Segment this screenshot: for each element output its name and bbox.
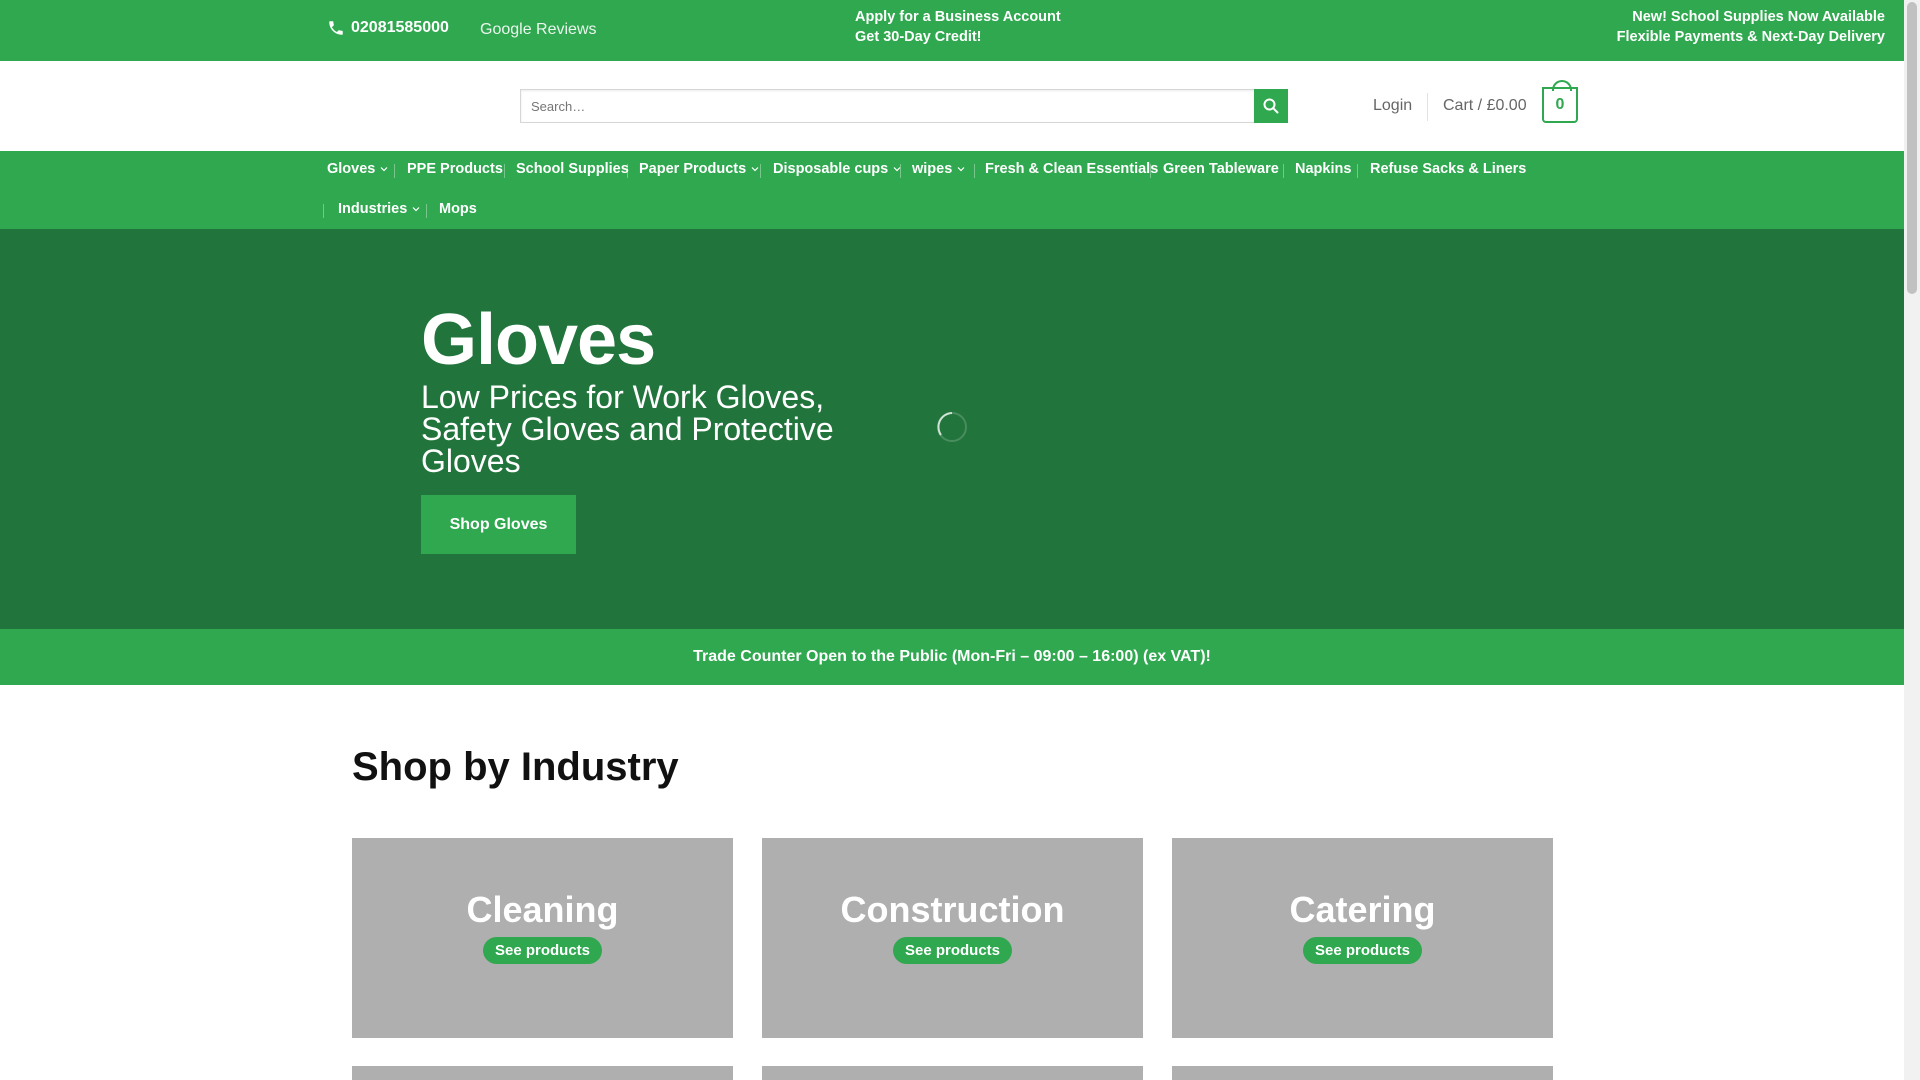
nav-item-label: Mops	[439, 201, 477, 217]
nav-item-label: PPE Products	[407, 161, 503, 177]
industry-card-title: Construction	[840, 888, 1065, 930]
nav-item-label: Refuse Sacks & Liners	[1370, 161, 1527, 177]
promo-line: New! School Supplies Now Available	[1632, 9, 1885, 25]
industry-card-title: Cleaning	[466, 888, 619, 930]
nav-item-label: Green Tableware	[1163, 161, 1279, 177]
promo-line: Flexible Payments & Next-Day Delivery	[1616, 29, 1885, 45]
page-scrollbar[interactable]	[1904, 0, 1920, 1080]
main-nav: Gloves PPE Products School Supplies Pape…	[0, 151, 1904, 229]
nav-item-ppe-products[interactable]: PPE Products	[407, 161, 503, 177]
nav-item-industries[interactable]: Industries	[338, 201, 421, 217]
nav-item-label: wipes	[912, 161, 953, 177]
phone-number: 02081585000	[351, 19, 449, 36]
nav-separator	[1150, 164, 1151, 178]
nav-separator	[426, 204, 427, 218]
cart-link[interactable]: Cart / £0.00	[1443, 97, 1527, 115]
nav-item-napkins[interactable]: Napkins	[1295, 161, 1351, 177]
chevron-down-icon	[380, 167, 388, 172]
industry-card-next-row[interactable]	[1172, 1066, 1553, 1080]
hero-title: Gloves	[421, 300, 656, 380]
scrollbar-thumb[interactable]	[1907, 2, 1917, 294]
chevron-down-icon	[412, 207, 420, 212]
school-supplies-promo[interactable]: New! School Supplies Now Available Flexi…	[1585, 7, 1885, 47]
nav-item-label: Paper Products	[639, 161, 747, 177]
nav-separator	[504, 164, 505, 178]
nav-separator	[974, 164, 975, 178]
see-products-button[interactable]: See products	[482, 936, 603, 964]
nav-item-label: Industries	[338, 201, 408, 217]
nav-item-label: Gloves	[327, 161, 376, 177]
nav-item-label: School Supplies	[516, 161, 629, 177]
see-products-button[interactable]: See products	[892, 936, 1013, 964]
hero-subtitle: Low Prices for Work Gloves, Safety Glove…	[421, 379, 834, 479]
loading-spinner-icon	[937, 412, 967, 442]
hero-banner: Gloves Low Prices for Work Gloves, Safet…	[0, 229, 1904, 629]
nav-item-refuse-sacks-liners[interactable]: Refuse Sacks & Liners	[1370, 161, 1526, 177]
page: 02081585000 Google Reviews Apply for a B…	[0, 0, 1904, 1080]
search-input[interactable]	[520, 89, 1254, 123]
nav-item-disposable-cups[interactable]: Disposable cups	[773, 161, 902, 177]
top-bar: 02081585000 Google Reviews Apply for a B…	[0, 0, 1904, 61]
google-reviews-link[interactable]: Google Reviews	[480, 21, 597, 39]
trade-counter-banner: Trade Counter Open to the Public (Mon-Fr…	[0, 629, 1904, 685]
industry-card-next-row[interactable]	[762, 1066, 1143, 1080]
cart-count-badge[interactable]: 0	[1542, 80, 1578, 123]
nav-item-paper-products[interactable]: Paper Products	[639, 161, 760, 177]
search-form	[520, 89, 1288, 123]
chevron-down-icon	[751, 167, 759, 172]
nav-separator	[323, 204, 324, 218]
industry-card-construction[interactable]: Construction See products	[762, 838, 1143, 1038]
phone-link[interactable]: 02081585000	[327, 19, 449, 37]
business-account-promo[interactable]: Apply for a Business Account Get 30-Day …	[855, 7, 1061, 47]
nav-separator	[1283, 164, 1284, 178]
login-link[interactable]: Login	[1373, 97, 1412, 115]
see-products-button[interactable]: See products	[1302, 936, 1423, 964]
nav-item-label: Disposable cups	[773, 161, 889, 177]
nav-item-mops[interactable]: Mops	[439, 201, 477, 217]
header: Login Cart / £0.00 0	[0, 61, 1904, 151]
search-icon	[1263, 98, 1279, 114]
industry-card-title: Catering	[1289, 888, 1436, 930]
nav-item-wipes[interactable]: wipes	[912, 161, 966, 177]
nav-separator	[627, 164, 628, 178]
promo-line: Get 30-Day Credit!	[855, 29, 982, 45]
nav-separator	[900, 164, 901, 178]
header-divider	[1427, 93, 1428, 121]
nav-separator	[760, 164, 761, 178]
section-title: Shop by Industry	[352, 745, 679, 789]
chevron-down-icon	[957, 167, 965, 172]
nav-separator	[1357, 164, 1358, 178]
nav-item-green-tableware[interactable]: Green Tableware	[1163, 161, 1279, 177]
nav-separator	[394, 164, 395, 178]
shop-gloves-button[interactable]: Shop Gloves	[421, 495, 576, 554]
nav-item-label: Fresh & Clean Essentials	[985, 161, 1159, 177]
search-button[interactable]	[1254, 89, 1288, 123]
nav-item-fresh-clean-essentials[interactable]: Fresh & Clean Essentials	[985, 161, 1158, 177]
industry-card-next-row[interactable]	[352, 1066, 733, 1080]
phone-icon	[329, 21, 343, 35]
nav-item-school-supplies[interactable]: School Supplies	[516, 161, 629, 177]
nav-item-gloves[interactable]: Gloves	[327, 161, 389, 177]
promo-line: Apply for a Business Account	[855, 9, 1061, 25]
nav-item-label: Napkins	[1295, 161, 1352, 177]
trade-counter-text: Trade Counter Open to the Public (Mon-Fr…	[693, 648, 1211, 665]
industry-card-cleaning[interactable]: Cleaning See products	[352, 838, 733, 1038]
industry-card-catering[interactable]: Catering See products	[1172, 838, 1553, 1038]
